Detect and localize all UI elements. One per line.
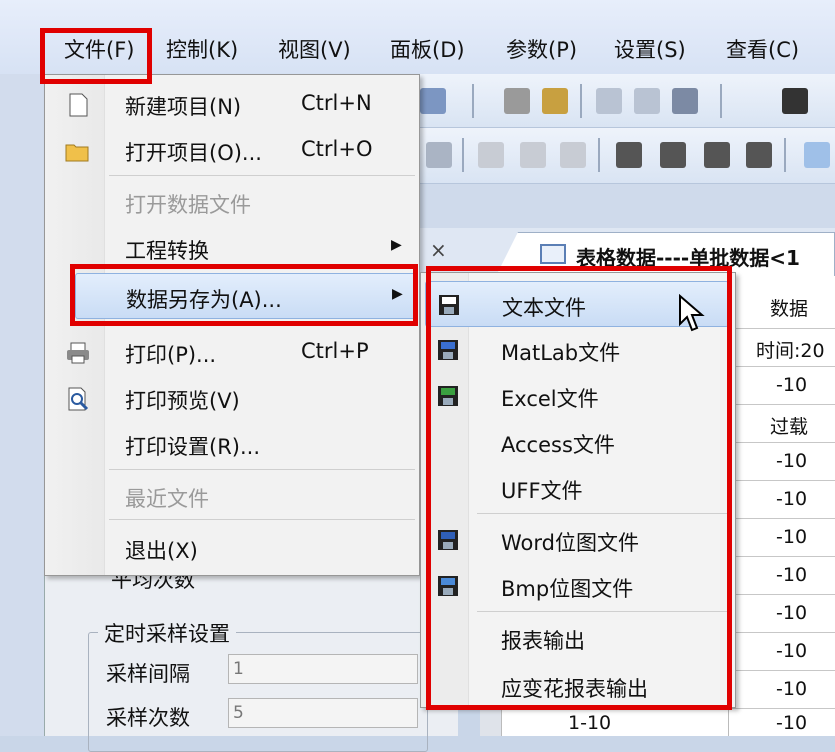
config-icon[interactable] [542,88,568,114]
cursor-a-icon[interactable] [616,142,642,168]
menu-item-open-project[interactable]: 打开项目(O)... Ctrl+O [45,127,419,173]
row-label: 1-10 [568,712,612,734]
table-cell: -10 [776,564,808,586]
interval-label: 采样间隔 [106,662,190,686]
table-cell: 过载 [770,416,809,438]
menu-view-check[interactable]: 查看(C) [718,32,807,68]
column-header: 数据 [770,298,809,320]
menu-item-recent-files: 最近文件 [125,487,209,511]
menu-item-project-convert[interactable]: 工程转换 ▶ [45,225,419,271]
table-cell: -10 [776,640,808,662]
table-cell: -10 [776,488,808,510]
cursor-b-icon[interactable] [660,142,686,168]
save-text-icon [439,295,459,315]
cursor-c-icon[interactable] [704,142,730,168]
submenu-item-uff-file[interactable]: UFF文件 [421,465,735,511]
tab-title: 表格数据----单批数据<1 [576,246,800,270]
toolbar-second [420,128,835,184]
submenu-item-word-bitmap[interactable]: Word位图文件 [421,517,735,563]
table-cell: 时间:20 [756,340,825,362]
menu-item-exit[interactable]: 退出(X) [45,525,419,571]
table-cell: -10 [776,374,808,396]
table-cell: -10 [776,450,808,472]
table-cell: -10 [776,678,808,700]
floppy-icon[interactable] [782,88,808,114]
close-icon[interactable]: × [430,238,447,262]
link-icon[interactable] [560,142,586,168]
submenu-item-excel-file[interactable]: Excel文件 [421,373,735,419]
crop-icon[interactable] [520,142,546,168]
submenu-arrow-icon: ▶ [392,286,403,302]
left-dock-strip [0,74,44,736]
menu-item-print[interactable]: 打印(P)... Ctrl+P [45,329,419,375]
save-excel-icon [438,386,458,406]
open-folder-icon [65,144,89,162]
count-label: 采样次数 [106,706,190,730]
count-input[interactable]: 5 [228,698,418,728]
save-disk-icon[interactable] [672,88,698,114]
save-as-submenu: 文本文件 MatLab文件 Excel文件 Access文件 UFF文件 Wor… [420,272,736,708]
menu-view[interactable]: 视图(V) [270,32,359,68]
menu-item-print-setup[interactable]: 打印设置(R)... [45,421,419,467]
chart-icon[interactable] [596,88,622,114]
tools-icon[interactable] [504,88,530,114]
menu-params[interactable]: 参数(P) [498,32,585,68]
save-bmp-icon [438,576,458,596]
table-cell: -10 [776,602,808,624]
menu-item-save-data-as[interactable]: 数据另存为(A)... ▶ [75,273,417,319]
menu-file[interactable]: 文件(F) [56,32,142,68]
mouse-cursor-icon [679,294,705,332]
submenu-item-access-file[interactable]: Access文件 [421,419,735,465]
menu-item-print-preview[interactable]: 打印预览(V) [45,375,419,421]
timed-sampling-group [88,632,428,752]
table-icon[interactable] [634,88,660,114]
submenu-item-report-output[interactable]: 报表输出 [421,615,735,661]
group-title: 定时采样设置 [98,618,236,648]
pointer-icon[interactable] [426,142,452,168]
submenu-arrow-icon: ▶ [391,237,402,253]
marker-icon[interactable] [804,142,830,168]
submenu-item-bmp-bitmap[interactable]: Bmp位图文件 [421,563,735,609]
save-matlab-icon [438,340,458,360]
submenu-item-strain-rosette-report[interactable]: 应变花报表输出 [421,663,735,709]
grid-icon[interactable] [420,88,446,114]
menu-bar: 文件(F) 控制(K) 视图(V) 面板(D) 参数(P) 设置(S) 查看(C… [0,0,835,74]
menu-settings[interactable]: 设置(S) [606,32,694,68]
toolbar-top [420,74,835,128]
new-document-icon [69,93,88,117]
cursor-d-icon[interactable] [746,142,772,168]
menu-item-new-project[interactable]: 新建项目(N) Ctrl+N [45,81,419,127]
menu-control[interactable]: 控制(K) [158,32,246,68]
table-cell: -10 [776,712,808,734]
toolbar-spacer [420,184,835,228]
hand-icon[interactable] [478,142,504,168]
file-menu-dropdown: 新建项目(N) Ctrl+N 打开项目(O)... Ctrl+O 打开数据文件 工程… [44,74,420,576]
menu-item-open-data-file: 打开数据文件 [125,193,251,217]
print-preview-icon [68,387,89,411]
save-word-icon [438,530,458,550]
interval-input[interactable]: 1 [228,654,418,684]
printer-icon [67,342,89,364]
table-cell: -10 [776,526,808,548]
menu-panel[interactable]: 面板(D) [382,32,473,68]
table-tab-icon [540,244,566,264]
